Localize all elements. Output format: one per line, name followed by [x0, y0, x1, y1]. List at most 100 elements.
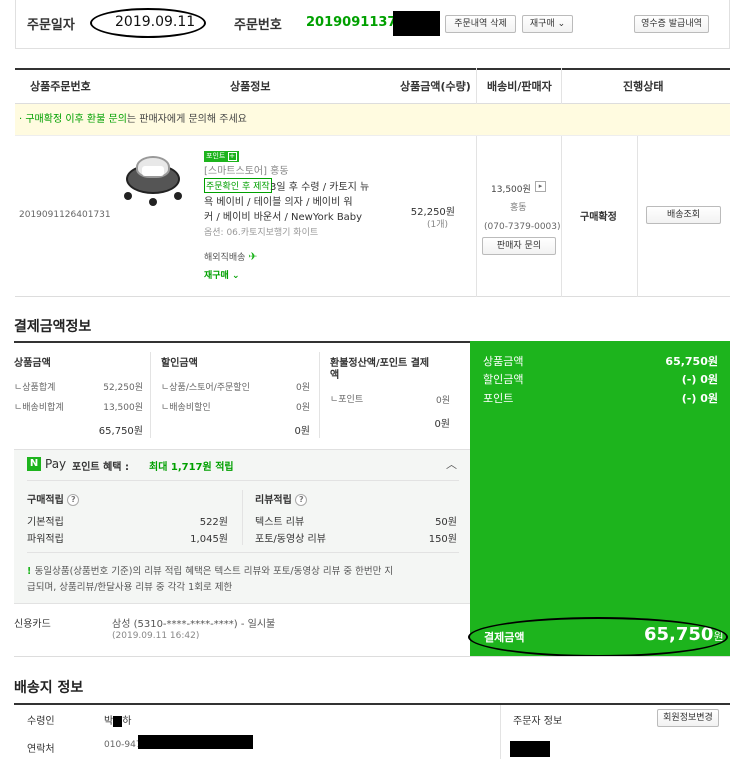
review-reward-label: 리뷰적립 — [255, 495, 292, 506]
product-title-line[interactable]: 커 / 베이비 바운서 / NewYork Baby — [204, 208, 362, 223]
amount-item-label: ㄴ배송비합계 — [14, 403, 64, 413]
order-number: 20190911378 — [306, 15, 406, 30]
reward-item-label: 파워적립 — [27, 534, 64, 545]
product-title-line[interactable]: 3일 후 수령 / 카토지 뉴 — [270, 178, 369, 193]
point-badge: 포인트 + — [204, 151, 239, 162]
seller-inquiry-button[interactable]: 판매자 문의 — [482, 237, 556, 255]
overseas-shipping: 해외직배송 ✈ — [204, 250, 258, 263]
made-to-order-badge: 주문확인 후 제작 — [204, 178, 272, 193]
divider — [27, 552, 459, 553]
overseas-label: 해외직배송 — [204, 253, 246, 263]
summary-label: 할인금액 — [483, 373, 524, 386]
order-number-label: 주문번호 — [234, 18, 282, 33]
discount-total: 0원 — [294, 426, 310, 437]
divider — [476, 136, 477, 297]
amount-item-value: 52,250원 — [103, 383, 143, 393]
refund-label-cont: 액 — [330, 370, 340, 381]
refund-total: 0원 — [434, 419, 450, 430]
product-title-line[interactable]: 욕 베이비 / 테이블 의자 / 베이비 워 — [204, 193, 353, 208]
col-shipping-seller: 배송비/판매자 — [487, 80, 552, 93]
npay-logo-icon: N — [27, 457, 41, 471]
receiver-name: 박하 — [104, 712, 131, 727]
divider — [14, 656, 730, 657]
help-icon[interactable]: ? — [67, 494, 80, 506]
discount-item-value: 0원 — [295, 403, 310, 413]
order-date-label: 주문일자 — [27, 18, 75, 33]
help-icon[interactable]: ? — [295, 494, 308, 506]
wheel — [174, 192, 182, 200]
wheel — [149, 198, 157, 206]
divider — [637, 136, 638, 297]
payment-summary-panel — [470, 341, 730, 657]
product-thumbnail[interactable] — [122, 152, 184, 206]
divider — [319, 352, 320, 438]
edit-member-info-button[interactable]: 회원정보변경 — [657, 709, 719, 727]
product-amount-label: 상품금액 — [14, 358, 51, 369]
divider — [242, 490, 243, 545]
refund-label: 환불정산액/포인트 결제 — [330, 358, 430, 369]
delete-order-button[interactable]: 주문내역 삭제 — [445, 15, 516, 33]
divider — [500, 705, 501, 759]
chevron-up-icon[interactable]: ︿ — [446, 456, 457, 472]
receipt-button[interactable]: 영수증 발급내역 — [634, 15, 709, 33]
final-amount-highlight-oval — [468, 617, 728, 657]
purchase-reward-title: 구매적립 ? — [27, 491, 80, 506]
amount-item-value: 13,500원 — [103, 403, 143, 413]
summary-value: 65,750원 — [665, 355, 718, 368]
product-order-number: 2019091126401731 — [19, 210, 111, 220]
divider — [561, 136, 562, 297]
reward-item-label: 기본적립 — [27, 517, 64, 528]
npay-label: Pay — [45, 457, 67, 471]
discount-item-label: ㄴ상품/스토어/주문할인 — [161, 383, 250, 393]
reward-item-value: 150원 — [428, 534, 457, 545]
order-date: 2019.09.11 — [115, 14, 196, 30]
refund-item-label: ㄴ포인트 — [330, 395, 364, 405]
item-price: 52,250원 — [410, 207, 455, 218]
store-name[interactable]: [스마트스토어] 홍동 — [204, 162, 289, 177]
notice-text: 는 판매자에게 문의해 주세요 — [126, 114, 247, 125]
discount-item-value: 0원 — [295, 383, 310, 393]
shipping-fee: 13,500원 — [491, 185, 531, 195]
summary-label: 상품금액 — [483, 355, 524, 368]
item-reorder-link[interactable]: 재구매 ⌄ — [204, 268, 240, 281]
redaction-block — [138, 735, 253, 749]
divider — [14, 603, 470, 604]
refund-item-value: 0원 — [435, 396, 450, 406]
redaction-block — [510, 741, 550, 757]
shipping-detail-icon[interactable]: ▸ — [535, 181, 546, 192]
npay-benefit-label: 포인트 혜택 : — [72, 462, 129, 473]
payment-section-title: 결제금액정보 — [14, 319, 92, 335]
reorder-button[interactable]: 재구매 ⌄ — [522, 15, 573, 33]
summary-value: (-) 0원 — [681, 373, 718, 386]
divider — [150, 352, 151, 438]
redaction-block — [393, 11, 440, 36]
reward-item-label: 포토/동영상 리뷰 — [255, 534, 326, 545]
point-badge-label: 포인트 — [206, 152, 226, 160]
reward-item-label: 텍스트 리뷰 — [255, 517, 305, 528]
plus-icon: + — [227, 152, 237, 161]
card-datetime: (2019.09.11 16:42) — [112, 631, 200, 641]
col-product-info: 상품정보 — [230, 80, 271, 93]
col-status: 진행상태 — [623, 80, 664, 93]
review-note: ! 동일상품(상품번호 기준)의 리뷰 적립 혜택은 텍스트 리뷰와 포토/동영… — [27, 563, 393, 577]
col-price-qty: 상품금액(수량) — [400, 80, 471, 93]
reward-item-value: 1,045원 — [190, 534, 228, 545]
review-note-line1: 동일상품(상품번호 기준)의 리뷰 적립 혜택은 텍스트 리뷰와 포토/동영상 … — [34, 566, 394, 577]
track-delivery-button[interactable]: 배송조회 — [646, 206, 721, 224]
discount-label: 할인금액 — [161, 358, 198, 369]
contact-label: 연락처 — [27, 744, 55, 755]
orderer-label: 주문자 정보 — [513, 716, 563, 727]
exclamation-icon: ! — [27, 566, 35, 577]
divider — [561, 68, 562, 104]
divider — [27, 480, 459, 481]
receiver-label: 수령인 — [27, 716, 55, 727]
review-note-line2: 급되며, 상품리뷰/한달사용 리뷰 중 각각 1회로 제한 — [27, 582, 233, 593]
product-option: 옵션: 06.카토지보행기 화이트 — [204, 228, 319, 238]
summary-label: 포인트 — [483, 392, 514, 405]
contact-number: 010-947 — [104, 740, 142, 750]
reward-item-value: 50원 — [435, 517, 457, 528]
card-label: 신용카드 — [14, 619, 51, 630]
seller-name[interactable]: 홍동 — [510, 200, 527, 213]
col-product-order-no: 상품주문번호 — [30, 80, 91, 93]
seller-phone: (070-7379-0003) — [484, 222, 561, 232]
